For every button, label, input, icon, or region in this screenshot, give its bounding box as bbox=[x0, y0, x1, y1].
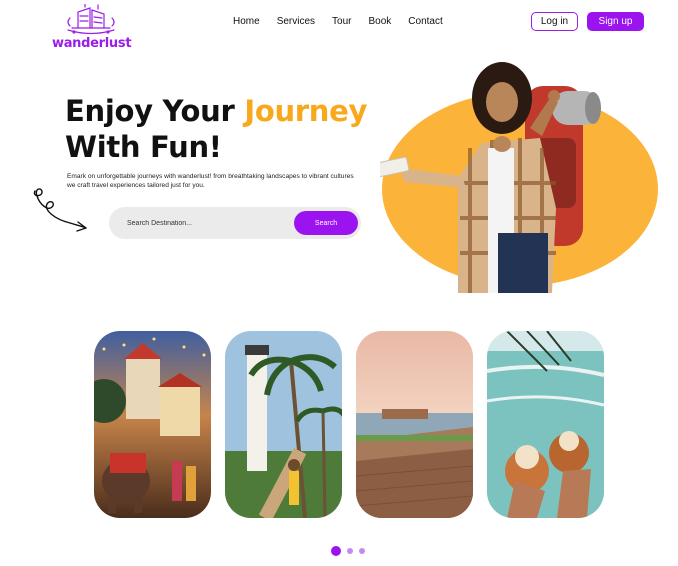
search-bar: Search bbox=[109, 207, 361, 239]
hero-traveler-image bbox=[374, 58, 660, 298]
gallery-card-fort[interactable] bbox=[356, 331, 473, 518]
pagination-dot-3[interactable] bbox=[359, 548, 365, 554]
hero-description: Emark on unforgettable journeys with wan… bbox=[67, 173, 354, 189]
main-nav: Home Services Tour Book Contact bbox=[233, 16, 460, 27]
hero-title-accent: Journey bbox=[244, 94, 368, 128]
nav-item-book[interactable]: Book bbox=[369, 16, 392, 27]
gallery-card-coconuts[interactable] bbox=[487, 331, 604, 518]
pagination-dot-1[interactable] bbox=[331, 546, 341, 556]
curly-arrow-icon bbox=[30, 185, 92, 235]
hero-title-part2: With Fun! bbox=[65, 130, 222, 164]
hero-title: Enjoy Your Journey With Fun! bbox=[65, 93, 385, 165]
search-input[interactable] bbox=[127, 216, 287, 230]
search-button[interactable]: Search bbox=[294, 211, 358, 235]
pagination-dot-2[interactable] bbox=[347, 548, 353, 554]
ship-logo-icon bbox=[67, 3, 115, 35]
gallery-card-temple[interactable] bbox=[94, 331, 211, 518]
hero-title-part1: Enjoy Your bbox=[65, 94, 245, 128]
brand-name: wanderlust bbox=[52, 36, 132, 51]
signup-button[interactable]: Sign up bbox=[587, 12, 644, 31]
gallery-pagination bbox=[331, 546, 365, 556]
nav-item-services[interactable]: Services bbox=[277, 16, 315, 27]
nav-item-home[interactable]: Home bbox=[233, 16, 260, 27]
login-button[interactable]: Log in bbox=[531, 12, 578, 31]
brand-logo[interactable]: wanderlust bbox=[52, 3, 132, 54]
nav-item-tour[interactable]: Tour bbox=[332, 16, 351, 27]
nav-item-contact[interactable]: Contact bbox=[408, 16, 442, 27]
gallery-card-lighthouse[interactable] bbox=[225, 331, 342, 518]
